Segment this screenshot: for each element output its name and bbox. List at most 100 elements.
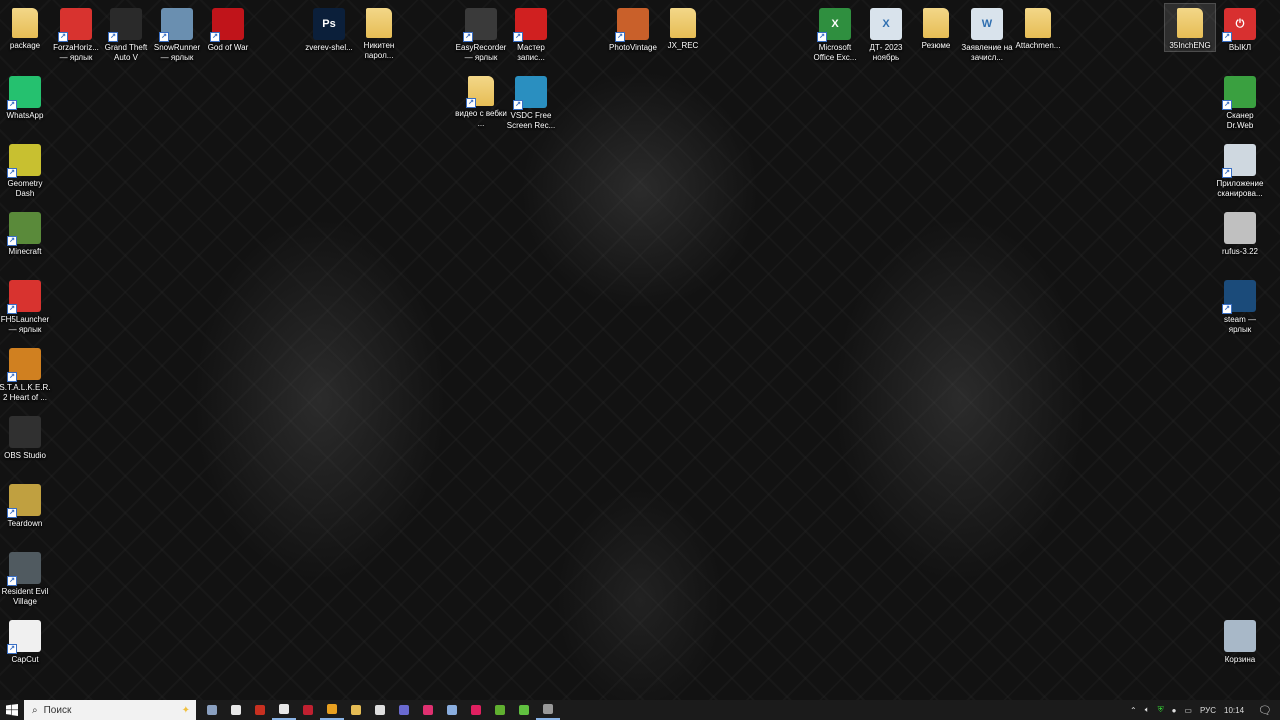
volume-icon[interactable]: 🔈︎ xyxy=(1145,705,1150,715)
taskbar-yandex-browser-button[interactable] xyxy=(272,700,296,720)
desktop-icon[interactable]: ↗ CapCut xyxy=(0,616,50,665)
desktop-icon[interactable]: Корзина xyxy=(1215,616,1265,665)
desktop-icon-label: PhotoVintage xyxy=(609,43,657,52)
desktop-icon[interactable]: ↗ Resident Evil Village xyxy=(0,548,50,607)
desktop-icon-label: CapCut xyxy=(11,655,39,664)
notifications-icon[interactable]: 🗨︎ xyxy=(1258,704,1272,717)
desktop-icon[interactable]: ↗ ForzaHoriz... — ярлык xyxy=(51,4,101,63)
desktop-icon-label: Grand Theft Auto V xyxy=(104,43,148,62)
shortcut-arrow-icon: ↗ xyxy=(817,32,827,42)
app-icon xyxy=(9,416,41,448)
shortcut-arrow-icon: ↗ xyxy=(466,98,476,108)
desktop-icon-label: package xyxy=(9,41,41,50)
desktop-icon-label: zverev-shel... xyxy=(305,43,353,52)
desktop-icon[interactable]: rufus-3.22 xyxy=(1215,208,1265,257)
desktop-icon-label: FH5Launcher — ярлык xyxy=(0,315,50,334)
desktop-icon-label: Резюме xyxy=(921,41,951,50)
folder-icon xyxy=(366,8,392,38)
folder-icon xyxy=(12,8,38,38)
language-indicator[interactable]: РУС xyxy=(1200,706,1216,715)
app-icon: ↗ xyxy=(7,620,41,654)
shortcut-arrow-icon: ↗ xyxy=(1222,168,1232,178)
desktop-icon[interactable]: ↗ S.T.A.L.K.E.R. 2 Heart of ... xyxy=(0,344,51,403)
app-icon: ↗ xyxy=(1222,144,1256,178)
folder-icon: ↗ xyxy=(466,76,494,108)
desktop-icon[interactable]: ↗ Teardown xyxy=(0,480,50,529)
taskbar-task-view-button[interactable] xyxy=(200,700,224,720)
nvidia-icon xyxy=(495,705,505,715)
desktop-icon[interactable]: ↗ WhatsApp xyxy=(0,72,50,121)
app-icon xyxy=(1224,620,1256,652)
desktop-icon[interactable]: Attachmen... xyxy=(1013,4,1063,51)
desktop-icon[interactable]: ↗ Мастер запис... xyxy=(506,4,556,63)
microphone-icon[interactable]: ● xyxy=(1172,706,1177,715)
calendar-app-icon xyxy=(231,705,241,715)
app-icon: ⏻ ↗ xyxy=(1222,8,1256,42)
desktop-icon[interactable]: ↗ God of War xyxy=(203,4,253,53)
desktop-icon-label: Заявление на зачисл... xyxy=(961,43,1013,62)
app-icon: ↗ xyxy=(513,8,547,42)
desktop-icon[interactable]: ↗ SnowRunner — ярлык xyxy=(152,4,202,63)
app-icon: ↗ xyxy=(210,8,244,42)
taskbar-app-orange-button[interactable] xyxy=(248,700,272,720)
desktop[interactable]: package ↗ ForzaHoriz... — ярлык ↗ Grand Thef… xyxy=(0,0,1280,720)
desktop-icon[interactable]: Никитен парол... xyxy=(354,4,404,61)
taskbar-app-gear-button[interactable] xyxy=(536,700,560,720)
desktop-icon[interactable]: 35InchENG xyxy=(1164,3,1216,52)
desktop-icon[interactable]: W Заявление на зачисл... xyxy=(961,4,1013,63)
desktop-icon[interactable]: package xyxy=(0,4,50,51)
desktop-icon[interactable]: JX_REC xyxy=(658,4,708,51)
desktop-icon[interactable]: ↗ FH5Launcher — ярлык xyxy=(0,276,50,335)
desktop-icon[interactable]: OBS Studio xyxy=(0,412,50,461)
search-box[interactable]: ⌕ Поиск ✦ xyxy=(24,700,196,720)
desktop-icon[interactable]: ↗ Geometry Dash xyxy=(0,140,50,199)
desktop-icon[interactable]: X ↗ Microsoft Office Exc... xyxy=(810,4,860,63)
network-icon[interactable]: ▭ xyxy=(1184,706,1192,715)
folder-icon xyxy=(1025,8,1051,38)
start-button[interactable] xyxy=(0,700,24,720)
desktop-icon[interactable]: ↗ Приложение сканирова... xyxy=(1215,140,1265,199)
app-icon: ↗ xyxy=(7,76,41,110)
shortcut-arrow-icon: ↗ xyxy=(513,32,523,42)
taskbar-recorder-button[interactable] xyxy=(464,700,488,720)
desktop-icon[interactable]: ↗ PhotoVintage xyxy=(608,4,658,53)
shortcut-arrow-icon: ↗ xyxy=(7,168,17,178)
desktop-icon[interactable]: Резюме xyxy=(911,4,961,51)
desktop-icon[interactable]: X ДТ- 2023 ноябрь xyxy=(861,4,911,63)
desktop-icon[interactable]: Ps zverev-shel... xyxy=(304,4,354,53)
shortcut-arrow-icon: ↗ xyxy=(1222,32,1232,42)
desktop-icon[interactable]: ↗ steam — ярлык xyxy=(1215,276,1265,335)
desktop-icon-label: Attachmen... xyxy=(1015,41,1061,50)
desktop-icon[interactable]: ↗ Сканер Dr.Web xyxy=(1215,72,1265,131)
app-icon: ↗ xyxy=(7,552,41,586)
taskbar-nvidia-button[interactable] xyxy=(488,700,512,720)
desktop-icon[interactable]: ↗ VSDC Free Screen Rec... xyxy=(506,72,556,131)
desktop-icon[interactable]: ↗ видео с вебки ... xyxy=(455,72,507,129)
taskbar-aida64-button[interactable] xyxy=(296,700,320,720)
taskbar-settings-button[interactable] xyxy=(368,700,392,720)
desktop-icon[interactable]: ↗ Grand Theft Auto V xyxy=(101,4,151,63)
taskbar-utorrent-button[interactable] xyxy=(512,700,536,720)
search-placeholder: Поиск xyxy=(43,704,72,716)
shortcut-arrow-icon: ↗ xyxy=(513,100,523,110)
icon-glyph: X xyxy=(831,18,839,30)
taskbar-notepad-button[interactable] xyxy=(440,700,464,720)
aida64-icon xyxy=(303,705,313,715)
taskbar-file-explorer-button[interactable] xyxy=(344,700,368,720)
shortcut-arrow-icon: ↗ xyxy=(1222,100,1232,110)
desktop-icon[interactable]: ⏻ ↗ ВЫКЛ xyxy=(1215,4,1265,53)
taskbar-app-power-button[interactable] xyxy=(320,700,344,720)
desktop-icon-label: rufus-3.22 xyxy=(1221,247,1259,256)
desktop-icon-label: S.T.A.L.K.E.R. 2 Heart of ... xyxy=(0,383,51,402)
desktop-icon[interactable]: ↗ EasyRecorder — ярлык xyxy=(456,4,506,63)
chevron-up-icon[interactable]: ⌃ xyxy=(1130,706,1137,715)
security-shield-icon[interactable]: ⛨ xyxy=(1158,705,1164,715)
desktop-icon-label: Microsoft Office Exc... xyxy=(813,43,857,62)
taskbar-app-pink-button[interactable] xyxy=(416,700,440,720)
clock[interactable]: 10:14 xyxy=(1224,706,1244,715)
taskbar-calendar-app-button[interactable] xyxy=(224,700,248,720)
desktop-icon-label: JX_REC xyxy=(667,41,699,50)
app-icon xyxy=(1224,212,1256,244)
desktop-icon[interactable]: ↗ Minecraft xyxy=(0,208,50,257)
taskbar-app-z-button[interactable] xyxy=(392,700,416,720)
